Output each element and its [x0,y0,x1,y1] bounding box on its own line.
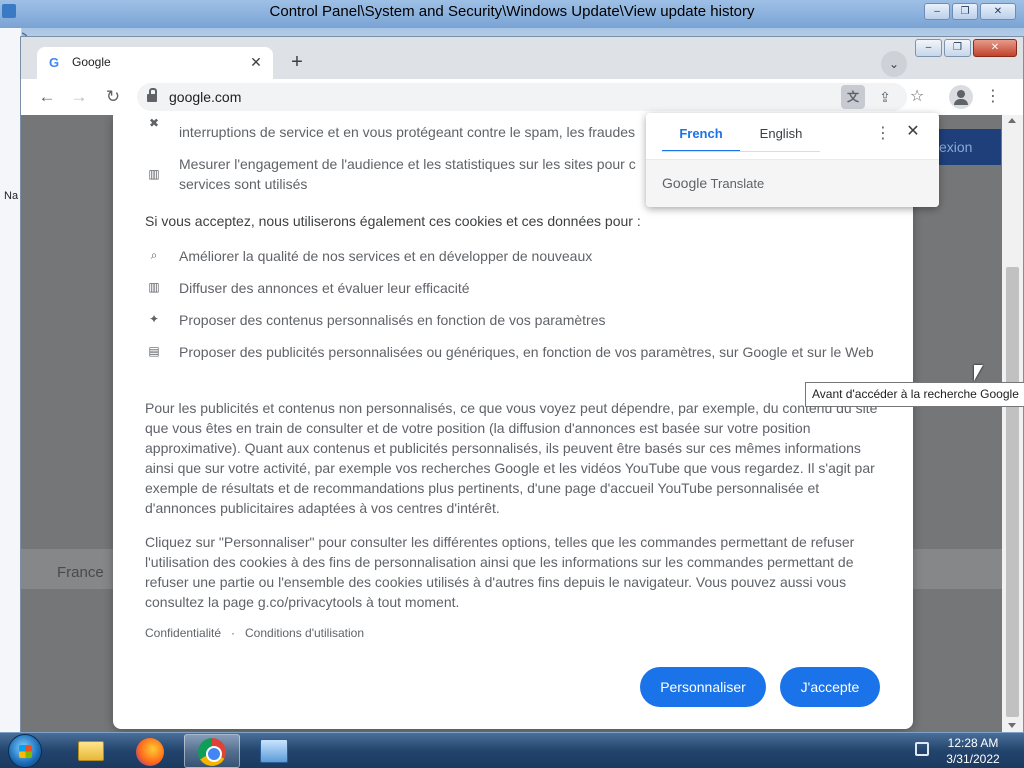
window-controls: – ❐ ✕ [915,39,1017,57]
consent-heading: Si vous acceptez, nous utiliserons égale… [145,213,641,229]
privacy-link[interactable]: Confidentialité [145,626,221,640]
minimize-button[interactable]: – [915,39,942,57]
address-bar[interactable]: google.com 文 ⇪ ☆ [137,83,924,111]
consent-item-ads: Diffuser des annonces et évaluer leur ef… [179,280,470,296]
share-icon[interactable]: ⇪ [873,85,897,109]
translate-tab-english[interactable]: English [742,126,820,152]
firefox-icon [136,738,164,766]
control-panel-icon [260,739,288,763]
start-button[interactable] [8,734,42,768]
taskbar: 12:28 AM 3/31/2022 [0,732,1024,768]
restore-button[interactable]: ❐ [944,39,971,57]
background-window-title: Control Panel\System and Security\Window… [269,3,755,20]
scroll-up-arrow-icon[interactable] [1008,118,1016,123]
tooltip: Avant d'accéder à la recherche Google [805,382,1024,407]
background-left-pane: Na [0,28,22,732]
terms-link[interactable]: Conditions d'utilisation [245,626,364,640]
background-window-titlebar[interactable]: Control Panel\System and Security\Window… [0,0,1024,28]
consent-paragraph-2: Cliquez sur "Personnaliser" pour consult… [145,534,855,610]
chrome-icon [198,738,226,766]
tab-search-button[interactable]: ⌄ [881,51,907,77]
taskbar-control-panel[interactable] [246,734,302,768]
google-favicon-icon: G [49,55,60,70]
bar-chart-icon: ▥ [148,280,160,294]
forward-button[interactable]: → [67,85,91,109]
scroll-thumb[interactable] [1006,267,1019,717]
close-window-button[interactable]: ✕ [973,39,1017,57]
taskbar-explorer[interactable] [62,734,118,768]
consent-top-item-1: interruptions de service et en vous prot… [179,124,636,140]
link-separator: · [231,626,235,640]
search-icon: ⌕ [150,248,158,262]
accept-button[interactable]: J'accepte [780,667,880,707]
taskbar-chrome[interactable] [184,734,240,768]
consent-item-personalized-ads: Proposer des publicités personnalisées o… [179,344,874,360]
country-label: France [57,564,104,581]
translate-more-options-icon[interactable]: ⋮ [874,125,892,143]
bar-chart-icon: ▥ [148,167,160,181]
tab-close-icon[interactable]: ✕ [247,53,265,71]
scroll-down-arrow-icon[interactable] [1008,723,1016,728]
page-viewport: exion France ✖ interruptions de service … [21,115,1002,732]
bg-restore-button[interactable]: ❐ [952,3,978,20]
consent-paragraph-1: Pour les publicités et contenus non pers… [145,400,878,516]
chrome-menu-icon[interactable]: ⋮ [981,85,1005,109]
taskbar-firefox[interactable] [122,734,178,768]
tab-title: Google [72,55,111,69]
ad-icon: ▤ [148,344,160,358]
profile-avatar-icon[interactable] [949,85,973,109]
folder-icon [78,741,104,761]
translate-footer: Google Translate [646,160,939,207]
reload-button[interactable]: ↻ [101,85,125,109]
back-button[interactable]: ← [35,85,59,109]
page-scrollbar[interactable] [1002,115,1023,732]
clock[interactable]: 12:28 AM 3/31/2022 [936,735,1010,767]
customize-button[interactable]: Personnaliser [640,667,766,707]
consent-dialog: ✖ interruptions de service et en vous pr… [113,115,913,729]
translate-tab-french[interactable]: French [662,126,740,152]
consent-top-item-2: Mesurer l'engagement de l'audience et le… [179,156,636,192]
translate-tab-underline [662,151,820,152]
consent-item-content: Proposer des contenus personnalisés en f… [179,312,606,328]
clock-time: 12:28 AM [947,736,999,750]
consent-item-improve: Améliorer la qualité de nos services et … [179,248,593,264]
background-nav-label: Na [4,190,19,202]
sparkle-icon: ✦ [148,312,160,326]
bg-close-button[interactable]: ✕ [980,3,1016,20]
bookmark-star-icon[interactable]: ☆ [905,85,929,109]
network-icon[interactable] [915,742,929,756]
translate-icon[interactable]: 文 [841,85,865,109]
bg-minimize-button[interactable]: – [924,3,950,20]
shield-x-icon: ✖ [148,116,160,130]
mouse-cursor-icon [974,365,983,381]
tab-google[interactable]: G Google ✕ [37,47,273,79]
clock-date: 3/31/2022 [946,752,1000,766]
translate-popup: French English ⋮ ✕ Google Translate [646,113,939,207]
browser-toolbar: ← → ↻ google.com 文 ⇪ ☆ ⋮ [21,79,1023,115]
lock-icon[interactable] [147,88,157,102]
google-translate-logo: Google Translate [662,175,765,191]
translate-close-icon[interactable]: ✕ [904,123,922,141]
url-text[interactable]: google.com [169,89,241,105]
new-tab-button[interactable]: + [285,51,309,75]
